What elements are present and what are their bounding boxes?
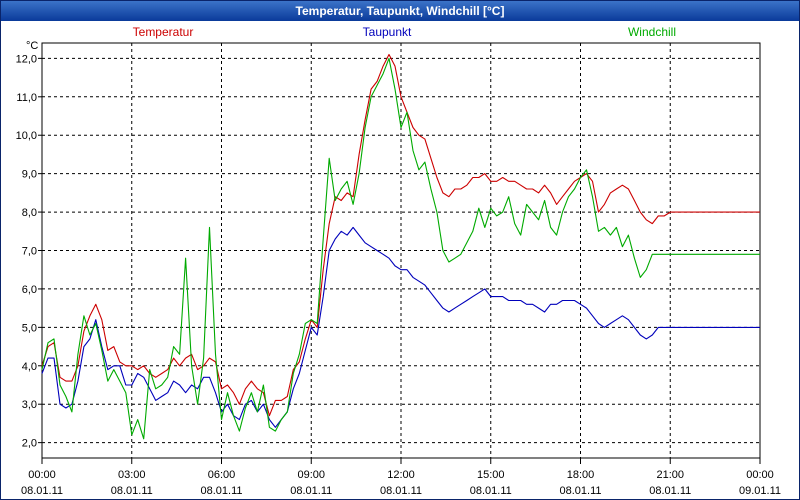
window-title: Temperatur, Taupunkt, Windchill [°C] — [1, 1, 799, 21]
x-tick-date: 08.01.11 — [21, 485, 63, 497]
y-tick-label: 12,0 — [16, 53, 37, 65]
x-tick-time: 00:00 — [746, 469, 774, 481]
y-tick-label: 4,0 — [22, 361, 37, 373]
x-tick-time: 12:00 — [387, 469, 415, 481]
x-tick-time: 21:00 — [656, 469, 684, 481]
x-tick-time: 03:00 — [118, 469, 146, 481]
x-tick-time: 18:00 — [567, 469, 595, 481]
x-tick-date: 08.01.11 — [470, 485, 512, 497]
x-tick-time: 00:00 — [28, 469, 56, 481]
legend-windchill: Windchill — [628, 25, 676, 39]
x-tick-time: 15:00 — [477, 469, 505, 481]
line-chart: 2,0 3,0 4,0 5,0 6,0 7,0 8,0 9,0 10,0 11,0 12,0°C 00… — [16, 25, 781, 497]
x-tick-date: 08.01.11 — [380, 485, 422, 497]
x-tick-time: 06:00 — [208, 469, 236, 481]
x-tick-date: 08.01.11 — [290, 485, 332, 497]
y-tick-label: 2,0 — [22, 438, 37, 450]
y-tick-label: 9,0 — [22, 169, 37, 181]
legend-temperatur: Temperatur — [133, 25, 194, 39]
y-tick-label: 10,0 — [16, 130, 37, 142]
x-tick-date: 08.01.11 — [200, 485, 242, 497]
legend-taupunkt: Taupunkt — [363, 25, 412, 39]
x-tick-time: 09:00 — [297, 469, 325, 481]
y-tick-label: 5,0 — [22, 322, 37, 334]
x-tick-date: 09.01.11 — [739, 485, 781, 497]
y-tick-label: 6,0 — [22, 284, 37, 296]
y-tick-label: 8,0 — [22, 207, 37, 219]
y-axis-label: °C — [26, 40, 38, 52]
x-tick-date: 08.01.11 — [559, 485, 601, 497]
chart-window: Temperatur, Taupunkt, Windchill [°C] 2,0… — [0, 0, 800, 500]
x-tick-date: 08.01.11 — [111, 485, 153, 497]
y-tick-label: 3,0 — [22, 399, 37, 411]
y-tick-label: 11,0 — [16, 92, 37, 104]
x-tick-date: 08.01.11 — [649, 485, 691, 497]
y-tick-label: 7,0 — [22, 246, 37, 258]
